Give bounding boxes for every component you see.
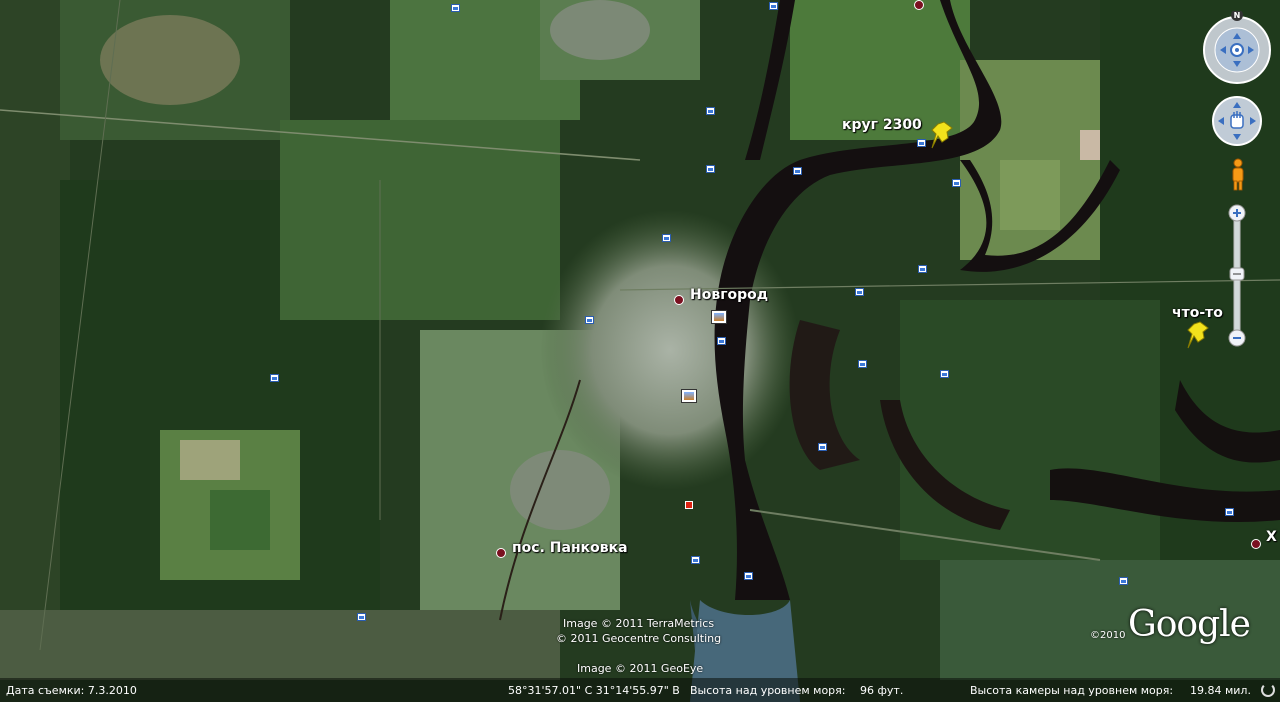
place-label-edge[interactable]: Х (1266, 529, 1277, 545)
photo-icon[interactable] (1119, 577, 1128, 585)
satellite-imagery[interactable] (0, 0, 1280, 702)
camera-altitude-value: 19.84 мил. (1190, 684, 1251, 697)
photo-icon[interactable] (855, 288, 864, 296)
photo-icon[interactable] (818, 443, 827, 451)
photo-icon[interactable] (662, 234, 671, 242)
compass-north-label: N (1234, 11, 1241, 20)
photo-icon[interactable] (1225, 508, 1234, 516)
photo-icon[interactable] (270, 374, 279, 382)
copyright-geocentre: © 2011 Geocentre Consulting (556, 632, 722, 645)
photo-icon[interactable] (917, 139, 926, 147)
photo-icon[interactable] (681, 389, 697, 403)
photo-icon[interactable] (952, 179, 961, 187)
photo-icon[interactable] (717, 337, 726, 345)
red-marker-icon[interactable] (685, 501, 693, 509)
google-logo: Google (1128, 604, 1251, 645)
photo-icon[interactable] (918, 265, 927, 273)
place-dot-top[interactable] (914, 0, 924, 10)
photo-icon[interactable] (793, 167, 802, 175)
photo-icon[interactable] (585, 316, 594, 324)
copyright-year: ©2010 (1090, 630, 1126, 641)
zoom-in-button[interactable] (1228, 204, 1246, 222)
coordinates-readout: 58°31'57.01" С 31°14'55.97" В (508, 684, 680, 697)
move-hand-control[interactable] (1212, 96, 1262, 146)
photo-icon[interactable] (769, 2, 778, 10)
pushpin-icon[interactable] (930, 120, 954, 150)
elevation-label: Высота над уровнем моря: (690, 684, 846, 697)
placemark-label-krug[interactable]: круг 2300 (842, 117, 922, 133)
photo-icon[interactable] (691, 556, 700, 564)
photo-icon[interactable] (357, 613, 366, 621)
imagery-date: Дата съемки: 7.3.2010 (6, 684, 137, 697)
place-label-pankovka[interactable]: пос. Панковка (512, 540, 628, 556)
photo-icon[interactable] (451, 4, 460, 12)
camera-altitude-label: Высота камеры над уровнем моря: (970, 684, 1174, 697)
place-dot-edge[interactable] (1251, 539, 1261, 549)
photo-icon[interactable] (744, 572, 753, 580)
status-bar: Дата съемки: 7.3.2010 58°31'57.01" С 31°… (0, 678, 1280, 702)
copyright-terrametrics: Image © 2011 TerraMetrics (563, 617, 715, 630)
placemark-label-chto-to[interactable]: что-то (1172, 305, 1223, 321)
pushpin-icon[interactable] (1186, 320, 1210, 350)
place-label-novgorod[interactable]: Новгород (690, 287, 768, 303)
photo-icon[interactable] (711, 310, 727, 324)
zoom-slider-thumb[interactable] (1229, 267, 1245, 281)
photo-icon[interactable] (706, 107, 715, 115)
street-view-pegman-icon[interactable] (1229, 158, 1247, 192)
elevation-value: 96 фут. (860, 684, 904, 697)
photo-icon[interactable] (858, 360, 867, 368)
zoom-out-button[interactable] (1228, 329, 1246, 347)
map-view[interactable]: Новгород пос. Панковка Х круг 2300 что-т… (0, 0, 1280, 702)
copyright-geoeye: Image © 2011 GeoEye (577, 662, 704, 675)
photo-icon[interactable] (940, 370, 949, 378)
place-dot-novgorod[interactable] (674, 295, 684, 305)
photo-icon[interactable] (706, 165, 715, 173)
loading-spinner-icon (1261, 683, 1275, 697)
compass-look-control[interactable]: N (1200, 11, 1274, 85)
zoom-slider[interactable] (1228, 204, 1246, 348)
place-dot-pankovka[interactable] (496, 548, 506, 558)
